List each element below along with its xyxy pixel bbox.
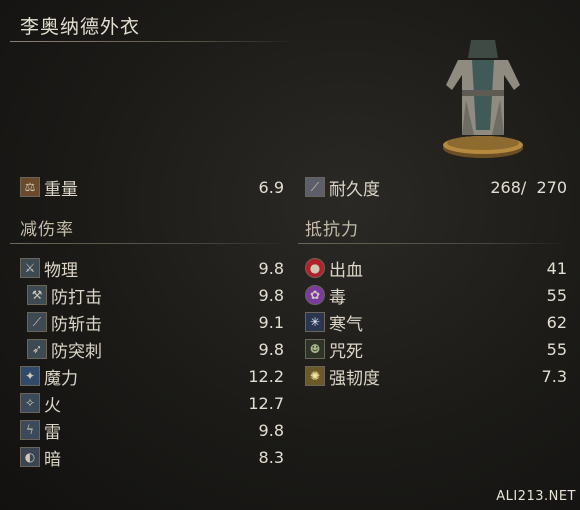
weight-value: 6.9 [258,177,284,197]
stat-row-physical: ⚔ 物理 9.8 [20,256,284,281]
resist-value: 55 [546,339,567,359]
slash-icon: ⟋ [27,312,47,332]
stat-row-lightning: ϟ 雷 9.8 [20,418,284,443]
durability-label: 耐久度 [329,179,380,200]
stat-label: 防斩击 [51,314,102,335]
stat-value: 12.2 [248,366,284,386]
weight-icon: ⚖ [20,177,40,197]
stat-row-dark: ◐ 暗 8.3 [20,445,284,470]
magic-icon: ✦ [20,366,40,386]
resist-row-poison: ✿ 毒 55 [305,283,567,308]
resist-value: 41 [546,258,567,278]
armor-chest-icon [443,40,523,158]
resist-label: 毒 [329,287,346,308]
item-detail-panel: 李奥纳德外衣 ⚖ 重量 6.9 ⟋ 耐久度 268/ 270 减伤率 抵抗力 ⚔… [0,0,580,510]
resist-label: 寒气 [329,314,363,335]
stat-row-strike: ⚒ 防打击 9.8 [27,283,284,308]
weight-label: 重量 [44,179,78,200]
dark-icon: ◐ [20,447,40,467]
stat-value: 9.8 [258,285,284,305]
stat-label: 物理 [44,260,78,281]
stat-value: 8.3 [258,447,284,467]
fire-icon: ✧ [20,393,40,413]
stat-value: 9.8 [258,258,284,278]
absorption-header: 减伤率 [20,220,74,240]
resist-label: 强韧度 [329,368,380,389]
stat-label: 雷 [44,422,61,443]
durability-icon: ⟋ [305,177,325,197]
physical-icon: ⚔ [20,258,40,278]
stat-value: 9.1 [258,312,284,332]
resist-row-bleed: ● 出血 41 [305,256,567,281]
site-watermark: ALI213.NET [496,489,576,504]
lightning-icon: ϟ [20,420,40,440]
stat-value: 9.8 [258,420,284,440]
resist-row-poise: ✺ 强韧度 7.3 [305,364,567,389]
item-name: 李奥纳德外衣 [20,16,141,38]
resist-row-frost: ✳ 寒气 62 [305,310,567,335]
title-divider [10,41,300,42]
poison-icon: ✿ [305,285,325,305]
frost-icon: ✳ [305,312,325,332]
strike-icon: ⚒ [27,285,47,305]
resist-row-curse: ☻ 咒死 55 [305,337,567,362]
resist-value: 62 [546,312,567,332]
stat-row-fire: ✧ 火 12.7 [20,391,284,416]
durability-row: ⟋ 耐久度 268/ 270 [305,175,567,200]
absorption-divider [10,243,290,244]
stat-row-magic: ✦ 魔力 12.2 [20,364,284,389]
weight-row: ⚖ 重量 6.9 [20,175,284,200]
stat-value: 9.8 [258,339,284,359]
stat-label: 魔力 [44,368,78,389]
resistance-header: 抵抗力 [305,220,359,240]
stat-label: 暗 [44,449,61,470]
resist-value: 55 [546,285,567,305]
stat-label: 防突刺 [51,341,102,362]
poise-icon: ✺ [305,366,325,386]
durability-value: 268/ 270 [490,177,567,197]
curse-icon: ☻ [305,339,325,359]
resistance-divider [298,243,568,244]
stat-row-thrust: ➶ 防突刺 9.8 [27,337,284,362]
thrust-icon: ➶ [27,339,47,359]
stat-value: 12.7 [248,393,284,413]
resist-label: 出血 [329,260,363,281]
stat-label: 防打击 [51,287,102,308]
bleed-icon: ● [305,258,325,278]
stat-row-slash: ⟋ 防斩击 9.1 [27,310,284,335]
resist-value: 7.3 [541,366,567,386]
stat-label: 火 [44,395,61,416]
resist-label: 咒死 [329,341,363,362]
